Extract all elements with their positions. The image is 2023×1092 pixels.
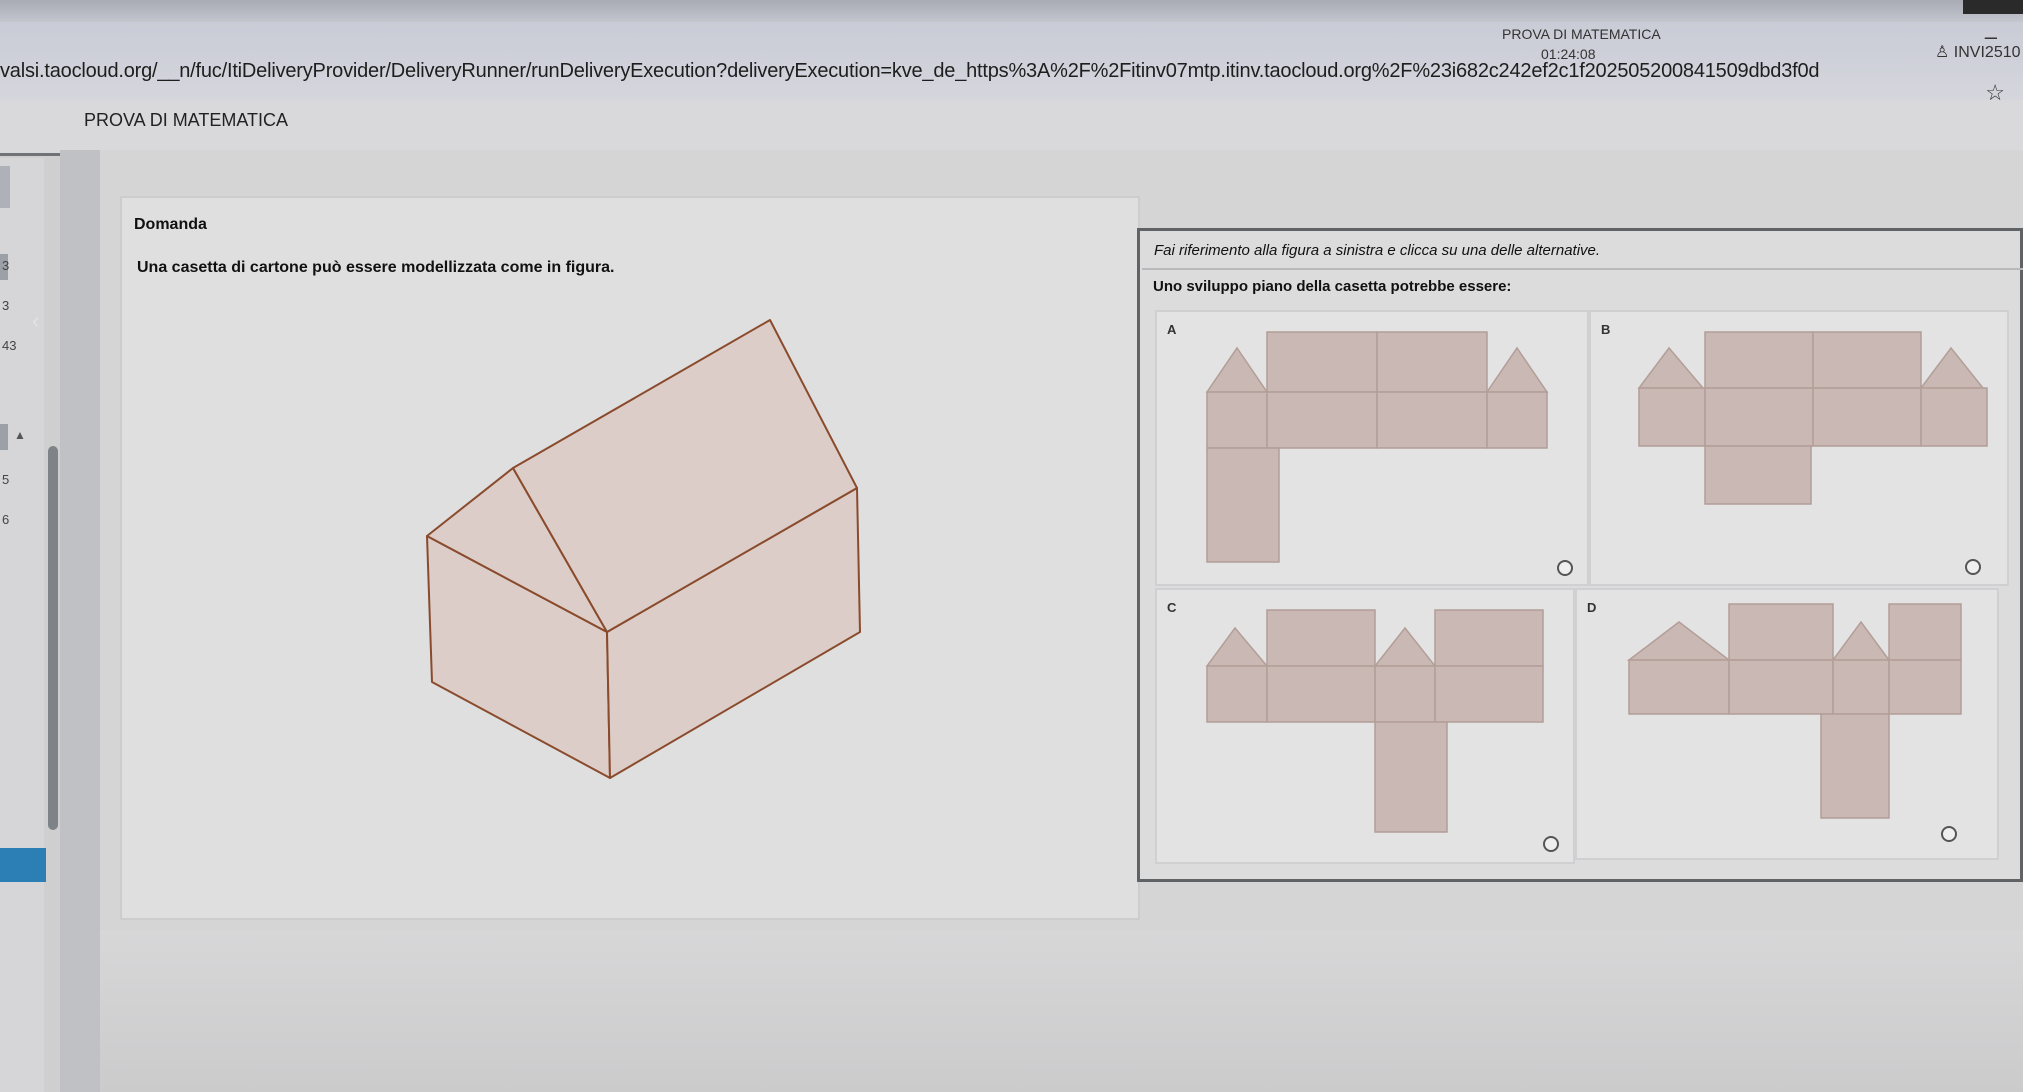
option-c[interactable]: C (1155, 588, 1575, 864)
option-a[interactable]: A (1155, 310, 1589, 586)
navigator-item[interactable]: 3 (2, 258, 9, 273)
option-c-radio[interactable] (1543, 836, 1559, 852)
user-id: INVI2510 (1953, 44, 2021, 61)
user-icon: ♙ (1935, 44, 1950, 61)
question-label: Domanda (134, 216, 207, 233)
option-d-radio[interactable] (1941, 826, 1957, 842)
navigator-item[interactable]: 5 (2, 472, 9, 487)
navigator-tick (0, 424, 8, 450)
app-title: PROVA DI MATEMATICA (84, 110, 289, 130)
house-figure (426, 319, 861, 779)
timer: 01:24:08 (1541, 46, 1596, 62)
option-letter: A (1167, 322, 1177, 337)
net-d-figure (1626, 603, 1962, 819)
navigator-tab[interactable] (0, 166, 10, 208)
user-info[interactable]: ♙ INVI2510 (1935, 42, 2021, 62)
navigator-item[interactable]: 43 (2, 338, 16, 353)
url-text[interactable]: valsi.taocloud.org/__n/fuc/ItiDeliveryPr… (0, 60, 1820, 83)
browser-top-strip (0, 0, 2023, 22)
question-text: Una casetta di cartone può essere modell… (137, 259, 615, 276)
navigator-item[interactable]: 6 (2, 512, 9, 527)
question-navigator: 3 3 43 5 6 ▲ (0, 158, 46, 1092)
option-a-radio[interactable] (1557, 560, 1573, 576)
sidebar-border (60, 150, 100, 1092)
divider (1142, 268, 2023, 270)
net-c-figure (1205, 609, 1544, 833)
page-bottom (100, 930, 2023, 1092)
option-letter: D (1587, 600, 1597, 615)
navigator-scrollbar[interactable] (48, 446, 58, 830)
collapse-chevron-icon[interactable]: ‹ (32, 308, 39, 334)
option-letter: C (1167, 600, 1177, 615)
navigator-item[interactable]: 3 (2, 298, 9, 313)
option-letter: B (1601, 322, 1611, 337)
option-d[interactable]: D (1575, 588, 1999, 860)
option-b[interactable]: B (1589, 310, 2009, 586)
navigator-active-item[interactable] (0, 848, 46, 882)
instruction-text: Fai riferimento alla figura a sinistra e… (1154, 242, 1601, 259)
net-b-figure (1637, 331, 1988, 505)
answer-prompt: Uno sviluppo piano della casetta potrebb… (1153, 278, 1512, 295)
net-a-figure (1205, 331, 1549, 563)
app-header: PROVA DI MATEMATICA (0, 100, 2023, 156)
option-b-radio[interactable] (1965, 559, 1981, 575)
scroll-up-icon[interactable]: ▲ (14, 428, 26, 442)
window-corner (1963, 0, 2023, 14)
test-title: PROVA DI MATEMATICA (1502, 26, 1661, 42)
